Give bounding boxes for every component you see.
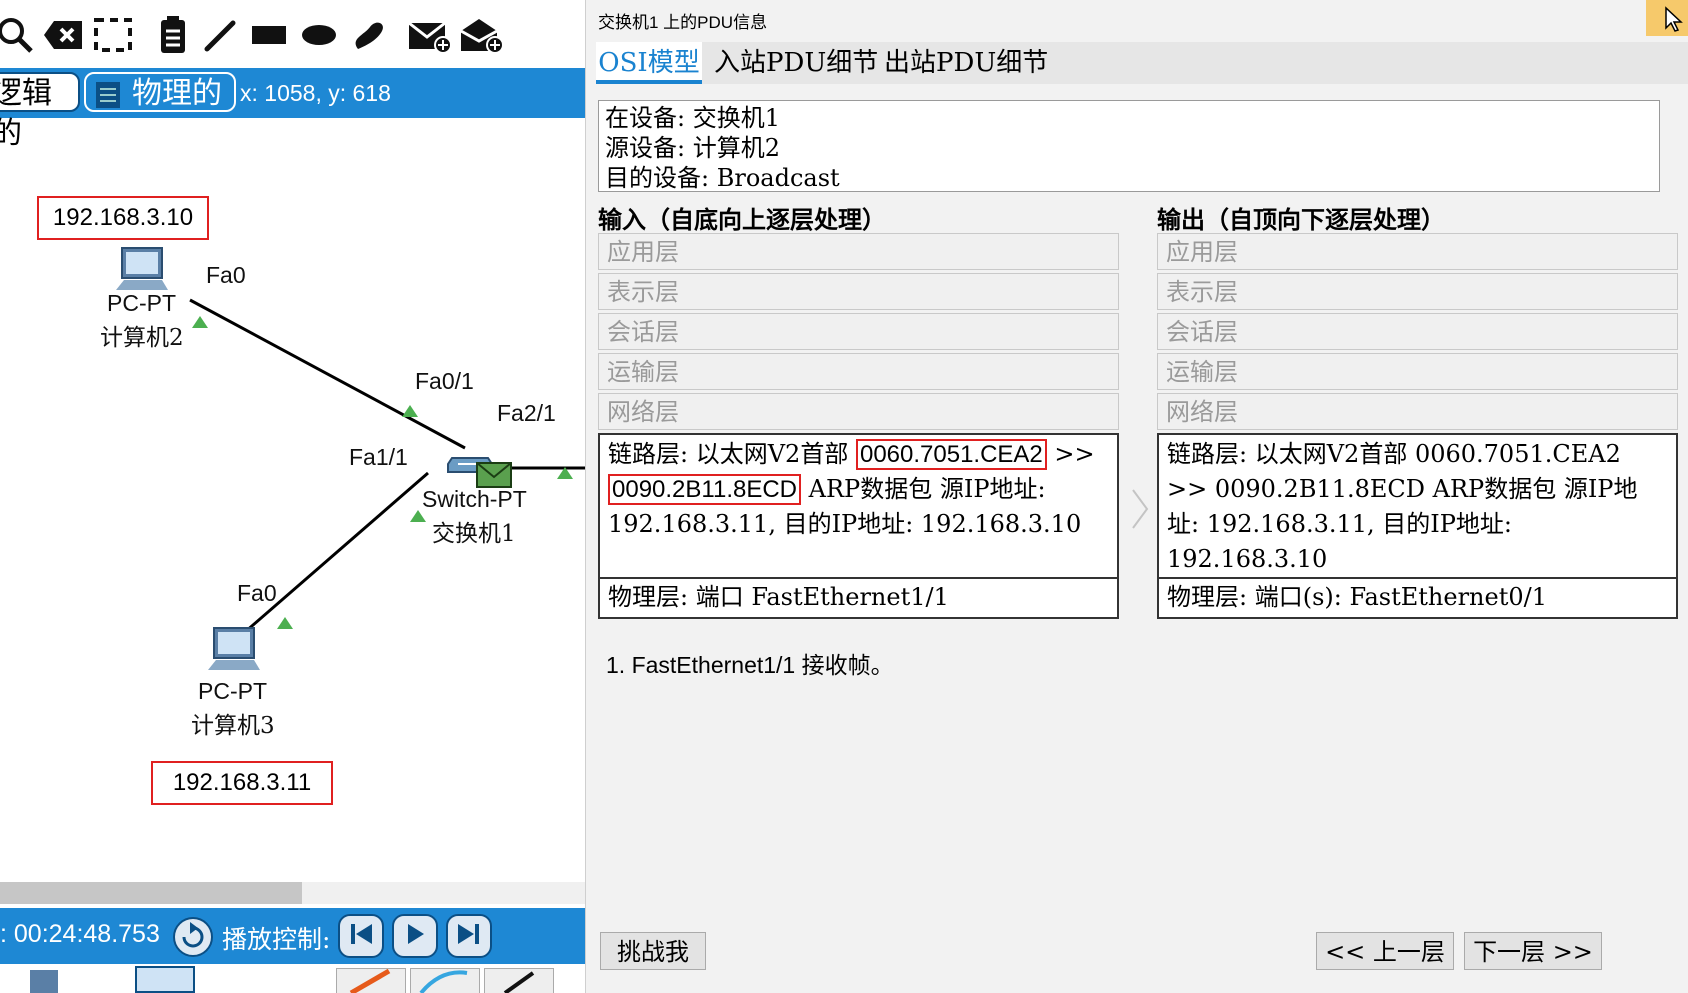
out-layer-session[interactable]: 会话层 (1157, 313, 1678, 350)
physical-mode-button[interactable]: 物理的 (84, 72, 236, 112)
info-source-device: 源设备: 计算机2 (605, 134, 780, 162)
tab-strip: OSI模型 入站PDU细节 出站PDU细节 (596, 42, 1688, 84)
pdu-envelope-icon[interactable] (476, 462, 512, 493)
layer-explanation: 1. FastEthernet1/1 接收帧。 (606, 652, 894, 678)
rectangle-tool-icon[interactable] (246, 12, 292, 58)
resize-select-icon[interactable] (90, 12, 136, 58)
mouse-cursor-icon (1665, 6, 1683, 32)
port-label-pc3-fa0: Fa0 (237, 580, 277, 606)
logical-topology-canvas[interactable]: 192.168.3.10 Fa0 PC-PT 计算机2 Fa0/1 Fa2/1 … (0, 118, 585, 880)
port-label-switch-fa11: Fa1/1 (349, 444, 408, 470)
ip-label-pc3: 192.168.3.11 (151, 761, 333, 805)
play-button[interactable] (392, 914, 438, 958)
power-cycle-icon[interactable] (172, 916, 214, 963)
console-cable-icon[interactable] (410, 968, 480, 993)
in-layer-presentation[interactable]: 表示层 (598, 273, 1119, 310)
source-mac-highlight: 0090.2B11.8ECD (608, 474, 802, 505)
in-layer-application[interactable]: 应用层 (598, 233, 1119, 270)
forward-button[interactable] (446, 914, 492, 958)
port-marker-switch-fa01 (402, 405, 418, 417)
previous-layer-button[interactable]: << 上一层 (1316, 932, 1454, 970)
in-datalink-prefix: 链路层: 以太网V2首部 (608, 440, 849, 468)
out-layer-datalink[interactable]: 链路层: 以太网V2首部 0060.7051.CEA2 >> 0090.2B11… (1157, 433, 1678, 579)
device-category-icon[interactable] (30, 970, 58, 993)
search-icon[interactable] (0, 12, 40, 58)
in-layer-transport[interactable]: 运输层 (598, 353, 1119, 390)
playback-label: 播放控制: (222, 925, 331, 954)
device-tools-strip (0, 964, 585, 993)
port-marker-pc2-fa0 (192, 316, 208, 328)
tab-inbound-pdu[interactable]: 入站PDU细节 (714, 42, 878, 84)
device-name-pc2: 计算机2 (100, 325, 184, 351)
physical-mode-label: 物理的 (132, 76, 222, 111)
next-layer-button[interactable]: 下一层 >> (1464, 932, 1602, 970)
physical-mode-icon (94, 80, 122, 120)
add-complex-pdu-icon[interactable] (458, 12, 504, 58)
port-marker-pc3-fa0 (277, 617, 293, 629)
out-layer-network[interactable]: 网络层 (1157, 393, 1678, 430)
in-layer-network[interactable]: 网络层 (598, 393, 1119, 430)
back-button[interactable] (338, 914, 384, 958)
out-layer-transport[interactable]: 运输层 (1157, 353, 1678, 390)
challenge-me-button[interactable]: 挑战我 (600, 932, 706, 970)
tab-osi-model[interactable]: OSI模型 (596, 42, 702, 84)
ellipse-tool-icon[interactable] (296, 12, 342, 58)
out-layer-physical[interactable]: 物理层: 端口(s): FastEthernet0/1 (1157, 579, 1678, 619)
out-layers-column: 应用层 表示层 会话层 运输层 网络层 链路层: 以太网V2首部 0060.70… (1157, 233, 1678, 622)
note-icon[interactable] (150, 12, 196, 58)
freeform-tool-icon[interactable] (346, 12, 392, 58)
skip-back-icon (348, 922, 374, 951)
info-destination-device: 目的设备: Broadcast (605, 164, 840, 192)
pc-icon[interactable] (206, 626, 260, 677)
port-label-pc2-fa0: Fa0 (206, 262, 246, 288)
out-layers-heading: 输出（自顶向下逐层处理） (1157, 205, 1445, 234)
line-tool-icon[interactable] (198, 12, 244, 58)
in-layer-session[interactable]: 会话层 (598, 313, 1119, 350)
in-layer-datalink[interactable]: 链路层: 以太网V2首部 0060.7051.CEA2 >> 0090.2B11… (598, 433, 1119, 579)
in-layers-column: 应用层 表示层 会话层 运输层 网络层 链路层: 以太网V2首部 0060.70… (598, 233, 1119, 622)
simulation-bar: : 00:24:48.753 播放控制: (0, 908, 585, 964)
window-title: 交换机1 上的PDU信息 (598, 13, 768, 32)
horizontal-scrollbar[interactable] (0, 882, 585, 904)
in-layer-physical[interactable]: 物理层: 端口 FastEthernet1/1 (598, 579, 1119, 619)
play-icon (404, 922, 426, 951)
ip-label-pc2: 192.168.3.10 (37, 196, 209, 240)
connection-auto-icon[interactable] (336, 968, 406, 993)
device-model-pc2: PC-PT (107, 290, 176, 316)
workspace-mode-bar: 逻辑的 物理的 x: 1058, y: 618 (0, 68, 585, 151)
chevron-right-icon (1131, 488, 1149, 530)
device-model-pc3: PC-PT (198, 678, 267, 704)
link-pc3-switch (244, 471, 429, 634)
logical-mode-button[interactable]: 逻辑的 (0, 72, 80, 151)
add-simple-pdu-icon[interactable] (406, 12, 452, 58)
info-at-device: 在设备: 交换机1 (605, 104, 780, 132)
out-layer-application[interactable]: 应用层 (1157, 233, 1678, 270)
skip-forward-icon (456, 922, 482, 951)
out-layer-presentation[interactable]: 表示层 (1157, 273, 1678, 310)
window-corner (1646, 0, 1688, 36)
device-name-pc3: 计算机3 (191, 713, 275, 739)
device-info-box: 在设备: 交换机1 源设备: 计算机2 目的设备: Broadcast (598, 100, 1660, 192)
pdu-info-window: 交换机1 上的PDU信息 OSI模型 入站PDU细节 出站PDU细节 在设备: … (585, 0, 1688, 993)
device-name-switch: 交换机1 (432, 521, 516, 547)
in-datalink-arrow: >> (1054, 440, 1095, 468)
selected-category-icon[interactable] (135, 966, 195, 993)
dest-mac-highlight: 0060.7051.CEA2 (855, 439, 1047, 470)
in-layers-heading: 输入（自底向上逐层处理） (598, 205, 886, 234)
delete-icon[interactable] (40, 12, 86, 58)
workspace-area: 逻辑的 物理的 x: 1058, y: 618 192.168.3.10 Fa0… (0, 0, 585, 993)
tab-outbound-pdu[interactable]: 出站PDU细节 (884, 42, 1048, 84)
port-label-switch-fa21: Fa2/1 (497, 400, 556, 426)
straight-cable-icon[interactable] (484, 968, 554, 993)
port-label-switch-fa01: Fa0/1 (415, 368, 474, 394)
simulation-timer: : 00:24:48.753 (0, 920, 160, 948)
cursor-coordinates: x: 1058, y: 618 (240, 80, 391, 106)
tool-toolbar (0, 0, 585, 69)
scrollbar-thumb[interactable] (0, 882, 302, 904)
